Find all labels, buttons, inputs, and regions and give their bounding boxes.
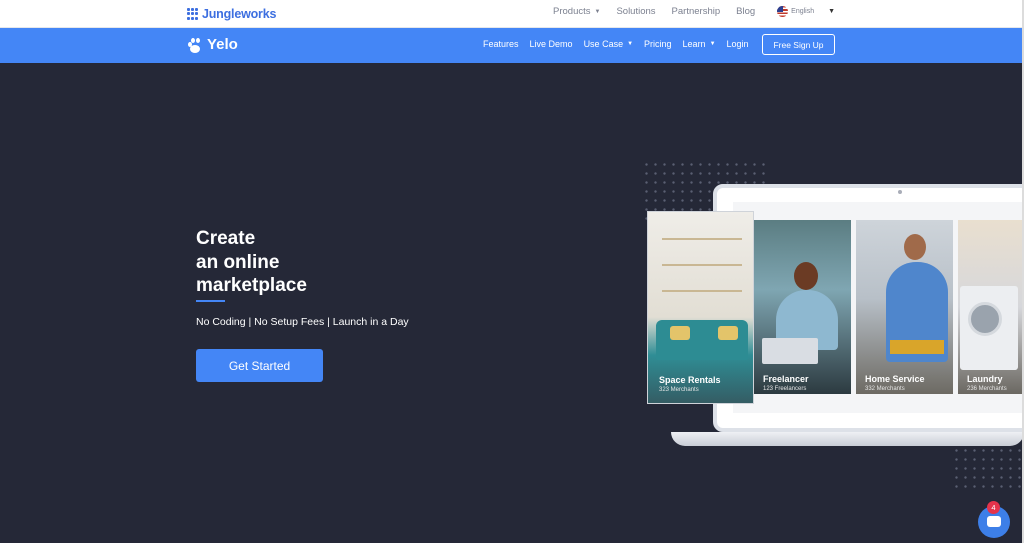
paw-icon [187,37,203,53]
top-nav-products-label: Products [553,6,591,17]
hero-subtitle: No Coding | No Setup Fees | Launch in a … [196,316,409,328]
hero-title-underline [196,300,225,302]
language-selector[interactable]: English ▼ [777,6,835,17]
chevron-down-icon: ▼ [709,41,716,47]
hero-title-line-2: an online [196,251,280,273]
nav-features[interactable]: Features [483,39,519,49]
decorative-dots-bottom [952,446,1024,492]
chevron-down-icon: ▼ [828,8,836,15]
yelo-logo-text: Yelo [207,36,238,53]
chevron-down-icon: ▼ [594,8,601,15]
hero-title-line-3: marketplace [196,275,307,296]
showcase-card-count: 236 Merchants [967,386,1007,392]
top-nav-products[interactable]: Products ▼ [553,6,600,17]
showcase-card-label: Laundry [967,374,1003,384]
chevron-down-icon: ▼ [627,41,634,47]
showcase-card-label: Freelancer [763,374,809,384]
top-nav-blog-label: Blog [736,6,756,17]
chat-icon [987,516,1001,527]
jungleworks-logo[interactable]: Jungleworks [187,7,276,21]
showcase-card-laundry[interactable]: Laundry 236 Merchants [958,220,1024,394]
nav-learn[interactable]: Learn ▼ [683,39,716,49]
hero-title: Create an online marketplace [196,227,307,298]
top-nav-blog[interactable]: Blog [736,6,755,17]
tool-belt-graphic [890,340,944,354]
shelf-graphic [662,238,742,240]
shelf-graphic [662,290,742,292]
washing-machine-door [968,302,1002,336]
laptop-graphic [762,338,818,364]
free-sign-up-button[interactable]: Free Sign Up [762,34,835,55]
nav-features-label: Features [483,39,519,49]
showcase-card-count: 123 Freelancers [763,386,807,392]
language-label: English [791,8,815,15]
jungleworks-logo-text: Jungleworks [202,7,277,21]
get-started-button[interactable]: Get Started [196,349,323,382]
main-nav-links: Features Live Demo Use Case ▼ Pricing Le… [483,39,760,49]
yelo-logo[interactable]: Yelo [187,36,238,53]
showcase-card-home-service[interactable]: Home Service 332 Merchants [856,220,953,394]
nav-login[interactable]: Login [727,39,749,49]
chat-notification-badge: 4 [987,501,1000,514]
hero-title-line-1: Create [196,228,256,249]
nav-login-label: Login [726,39,749,49]
us-flag-icon [777,6,789,17]
nav-pricing[interactable]: Pricing [644,39,672,49]
freelancer-figure-head [794,262,818,290]
laptop-camera [898,190,902,194]
showcase-card-label: Home Service [865,374,925,384]
showcase-card-label: Space Rentals [659,375,721,385]
top-nav-solutions[interactable]: Solutions [616,6,655,17]
jungleworks-logo-icon [187,8,198,20]
cushion-graphic [670,326,690,340]
main-nav: Yelo Features Live Demo Use Case ▼ Prici… [0,28,1022,63]
nav-pricing-label: Pricing [644,39,672,49]
nav-use-case-label: Use Case [583,39,624,49]
laptop-base [671,432,1024,446]
home-service-figure-head [904,234,926,260]
top-nav-partnership-label: Partnership [671,6,721,17]
top-nav: Products ▼ Solutions Partnership Blog En… [553,6,835,17]
nav-learn-label: Learn [682,39,706,49]
top-utility-bar: Jungleworks Products ▼ Solutions Partner… [0,0,1022,28]
nav-use-case[interactable]: Use Case ▼ [584,39,633,49]
showcase-card-freelancer[interactable]: Freelancer 123 Freelancers [754,220,851,394]
top-nav-partnership[interactable]: Partnership [672,6,721,17]
top-nav-solutions-label: Solutions [616,6,656,17]
showcase-card-count: 323 Merchants [659,387,699,393]
shelf-graphic [662,264,742,266]
nav-live-demo[interactable]: Live Demo [530,39,573,49]
nav-live-demo-label: Live Demo [529,39,573,49]
showcase-card-count: 332 Merchants [865,386,905,392]
cushion-graphic [718,326,738,340]
showcase-card-space-rentals[interactable]: Space Rentals 323 Merchants [647,211,754,404]
